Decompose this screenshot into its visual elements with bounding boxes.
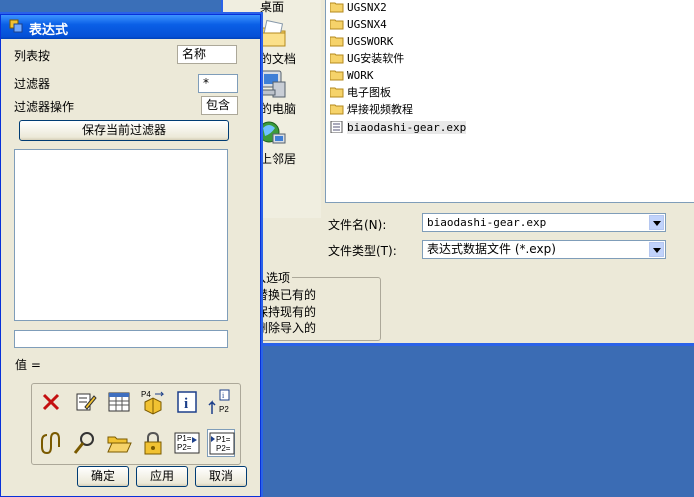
spreadsheet-icon	[108, 392, 130, 412]
parameter-rename-icon: P1=P2=	[209, 432, 235, 455]
info-icon: i	[177, 391, 197, 413]
information-button[interactable]: i	[173, 388, 201, 416]
file-item[interactable]: UG安装软件	[330, 51, 404, 67]
edit-button[interactable]	[71, 388, 99, 416]
parameter-rename-button[interactable]: P1= P2=	[207, 429, 235, 457]
filetype-combobox[interactable]: 表达式数据文件 (*.exp)	[422, 240, 666, 259]
filetype-value: 表达式数据文件 (*.exp)	[427, 242, 556, 256]
link-button[interactable]	[37, 429, 65, 457]
folder-icon	[330, 104, 344, 115]
filename-value: biaodashi-gear.exp	[427, 216, 547, 229]
export-parameters-button[interactable]: i P2	[207, 388, 235, 416]
expression-toolbar: P4 i i P2 P1= P2= P1= P2=	[31, 383, 241, 465]
file-item[interactable]: WORK	[330, 68, 374, 84]
svg-text:P2: P2	[219, 405, 229, 414]
file-item[interactable]: UGSNX4	[330, 17, 387, 33]
value-label: 值 =	[15, 358, 41, 372]
folder-icon	[330, 19, 344, 30]
place-desktop[interactable]: 桌面	[223, 0, 321, 15]
filter-input[interactable]: *	[198, 74, 238, 93]
svg-text:P2=: P2=	[177, 443, 192, 452]
file-item[interactable]: 电子图板	[330, 85, 391, 101]
file-item-selected[interactable]: biaodashi-gear.exp	[330, 120, 467, 136]
delete-button[interactable]	[37, 388, 65, 416]
svg-text:P1=: P1=	[177, 434, 192, 443]
title-bar[interactable]: 表达式	[1, 15, 260, 39]
import-expressions-dialog: 桌面 我的文档 我的电脑 网上邻居 UGSNX2 UGSNX4 UGSWORK …	[221, 0, 694, 346]
open-folder-icon	[107, 436, 132, 453]
filetype-label: 文件类型(T):	[328, 244, 397, 258]
svg-text:P2=: P2=	[216, 444, 231, 453]
import-icon: P4	[141, 390, 165, 415]
ok-button[interactable]: 确定	[77, 466, 129, 487]
find-icon	[73, 432, 94, 454]
svg-text:P4: P4	[141, 390, 151, 399]
expression-app-icon	[9, 19, 23, 33]
open-folder-button[interactable]	[105, 429, 133, 457]
export-parameters-icon: iP2	[208, 389, 230, 414]
parameter-list-icon: P1=P2=	[174, 432, 200, 454]
link-icon	[41, 431, 60, 455]
chevron-down-icon[interactable]	[649, 242, 664, 257]
list-by-label: 列表按	[14, 49, 51, 63]
import-button[interactable]: P4	[139, 388, 167, 416]
desktop-area	[255, 345, 694, 497]
expressions-dialog: 表达式 列表按 名称 过滤器 * 过滤器操作 包含 保存当前过滤器 值 = P4…	[0, 14, 261, 497]
list-by-combobox[interactable]: 名称	[177, 45, 237, 64]
filter-operation-label: 过滤器操作	[14, 100, 75, 114]
filter-operation-combobox[interactable]: 包含	[201, 96, 238, 115]
svg-text:P1=: P1=	[216, 435, 231, 444]
spreadsheet-button[interactable]	[105, 388, 133, 416]
expression-list[interactable]	[14, 149, 228, 321]
lock-icon	[144, 431, 162, 455]
file-item[interactable]: 焊接视频教程	[330, 102, 413, 118]
delete-icon	[42, 393, 60, 411]
save-current-filter-button[interactable]: 保存当前过滤器	[19, 120, 229, 141]
filename-label: 文件名(N):	[328, 218, 387, 232]
cancel-button[interactable]: 取消	[195, 466, 247, 487]
find-button[interactable]	[71, 429, 99, 457]
dialog-title: 表达式	[29, 23, 69, 38]
document-file-icon	[330, 121, 343, 133]
file-item[interactable]: UGSNX2	[330, 0, 387, 16]
filename-combobox[interactable]: biaodashi-gear.exp	[422, 213, 666, 232]
filter-label: 过滤器	[14, 77, 51, 91]
file-list[interactable]: UGSNX2 UGSNX4 UGSWORK UG安装软件 WORK 电子图板 焊…	[325, 0, 694, 203]
folder-icon	[330, 87, 344, 98]
expression-input[interactable]	[14, 330, 228, 348]
chevron-down-icon[interactable]	[649, 215, 664, 230]
svg-text:i: i	[184, 396, 188, 412]
file-item[interactable]: UGSWORK	[330, 34, 393, 50]
edit-icon	[76, 393, 97, 411]
apply-button[interactable]: 应用	[136, 466, 188, 487]
lock-button[interactable]	[139, 429, 167, 457]
parameter-list-button[interactable]: P1= P2=	[173, 429, 201, 457]
folder-icon	[330, 70, 344, 81]
folder-icon	[330, 36, 344, 47]
folder-icon	[330, 53, 344, 64]
place-label: 桌面	[259, 0, 284, 14]
folder-icon	[330, 2, 344, 13]
